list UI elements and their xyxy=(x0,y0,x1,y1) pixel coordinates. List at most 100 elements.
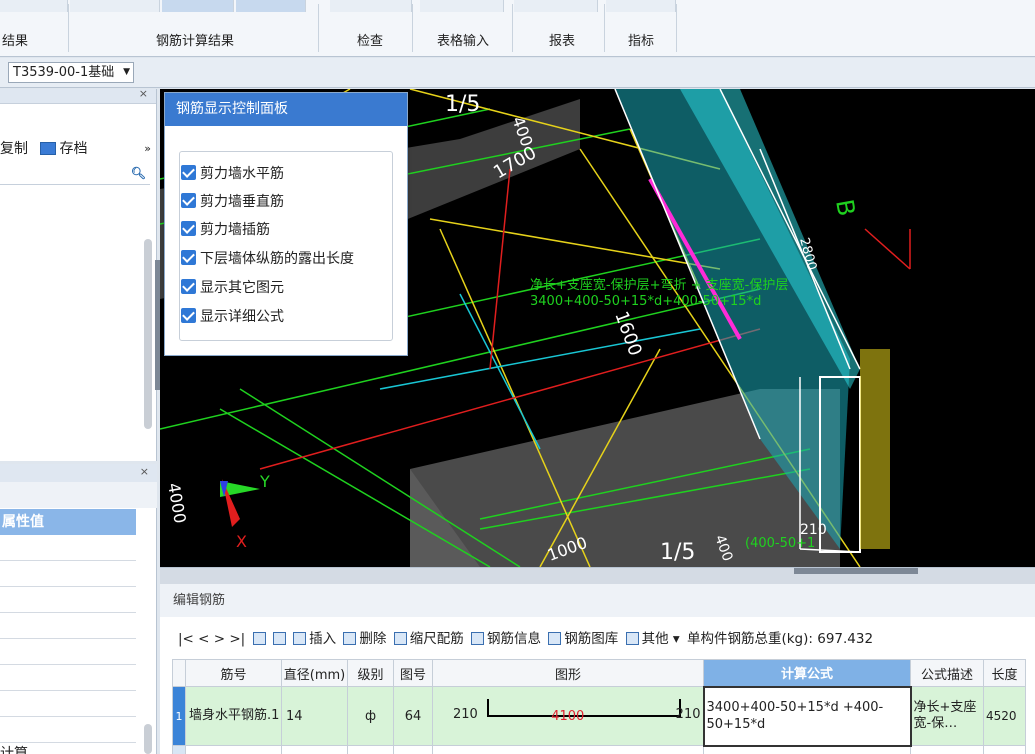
ribbon-button[interactable] xyxy=(330,0,412,12)
column-header[interactable]: 直径(mm) xyxy=(281,659,348,687)
property-row-label: 计算 xyxy=(0,746,28,754)
close-icon[interactable]: × xyxy=(140,465,149,478)
property-row[interactable] xyxy=(0,691,136,717)
ribbon-button[interactable] xyxy=(514,0,598,12)
more-icon[interactable]: » xyxy=(144,137,151,161)
rebar-library-button[interactable]: 钢筋图库 xyxy=(564,631,618,647)
search-bar[interactable]: 🔍︎ xyxy=(0,165,150,185)
copy-button[interactable]: 复制 xyxy=(0,141,28,157)
panel-header: × xyxy=(0,464,157,482)
ribbon-button[interactable] xyxy=(0,0,68,12)
floor-combo[interactable]: T3539-00-1基础 ▼ xyxy=(8,62,134,83)
cell-formula[interactable]: 3400+400-50+15*d +400-50+15*d xyxy=(702,685,912,747)
cell-grade[interactable]: ф xyxy=(347,686,394,746)
record-nav[interactable]: |< < > >| xyxy=(178,631,245,647)
property-row[interactable] xyxy=(0,717,136,743)
move-up-icon[interactable] xyxy=(252,632,266,645)
ribbon-button-active[interactable] xyxy=(236,0,306,12)
move-down-icon[interactable] xyxy=(272,632,286,645)
checkbox-lower-exposed-length[interactable]: 下层墙体纵筋的露出长度 xyxy=(181,248,354,270)
scrollbar[interactable] xyxy=(144,239,152,429)
search-icon[interactable]: 🔍︎ xyxy=(131,166,146,180)
checkbox-icon[interactable] xyxy=(181,165,196,180)
ribbon-group-label: 钢筋计算结果 xyxy=(155,34,234,49)
property-row[interactable] xyxy=(0,587,136,613)
ribbon-separator xyxy=(604,4,605,52)
panel-toolbar: 复制 存档 » xyxy=(0,137,157,161)
table-row[interactable]: 1 墙身水平钢筋.1 14 ф 64 210 4100 210 3400+400… xyxy=(172,685,1026,747)
rebar-info-button[interactable]: 钢筋信息 xyxy=(487,631,541,647)
property-row[interactable] xyxy=(0,639,136,665)
column-header[interactable]: 筋号 xyxy=(185,659,282,687)
ribbon-group-label: 报表 xyxy=(548,34,575,49)
edit-toolbar: |< < > >| 插入 删除 缩尺配筋 钢筋信息 钢筋图库 其他 ▾ 单构件钢… xyxy=(160,626,1035,652)
property-row[interactable] xyxy=(0,665,136,691)
checkbox-icon[interactable] xyxy=(181,221,196,236)
library-icon xyxy=(548,632,562,645)
panel-header: × xyxy=(0,87,156,104)
ribbon-button[interactable] xyxy=(606,0,676,12)
ribbon-group-label: 指标 xyxy=(627,34,654,49)
ribbon-separator xyxy=(676,4,677,52)
ribbon-button[interactable] xyxy=(70,0,160,12)
ribbon-button[interactable] xyxy=(420,0,504,12)
table-row[interactable] xyxy=(172,745,1026,754)
property-row[interactable] xyxy=(0,613,136,639)
archive-button[interactable]: 存档 xyxy=(59,141,87,157)
cell-formula-desc[interactable]: 净长+支座宽-保… xyxy=(910,686,984,746)
ribbon: 结果 钢筋计算结果 检查 表格输入 报表 指标 xyxy=(0,0,1035,57)
cell-diameter[interactable]: 14 xyxy=(281,686,348,746)
dim-label: 1/5 xyxy=(660,540,695,565)
column-header[interactable]: 图形 xyxy=(432,659,704,687)
formula-label: 净长+支座宽-保护层+弯折 + 支座宽-保护层 xyxy=(530,277,788,293)
column-header[interactable]: 级别 xyxy=(347,659,394,687)
cell-bar-name[interactable]: 墙身水平钢筋.1 xyxy=(185,686,282,746)
delete-button[interactable]: 删除 xyxy=(359,631,386,647)
column-header[interactable]: 图号 xyxy=(393,659,433,687)
chevron-down-icon: ▼ xyxy=(123,67,130,77)
checkbox-icon[interactable] xyxy=(181,279,196,294)
dim-label: 1600 xyxy=(610,309,645,359)
checkbox-icon[interactable] xyxy=(181,193,196,208)
shape-mid-value: 4100 xyxy=(551,709,585,724)
checkbox-wall-vertical[interactable]: 剪力墙垂直筋 xyxy=(181,191,284,213)
cell-figure-no[interactable]: 64 xyxy=(393,686,433,746)
checkbox-icon[interactable] xyxy=(181,308,196,323)
other-menu-button[interactable]: 其他 ▾ xyxy=(642,631,680,647)
delete-icon xyxy=(343,632,357,645)
property-row[interactable] xyxy=(0,561,136,587)
scrollbar[interactable] xyxy=(144,724,152,754)
cell-length[interactable]: 4520 xyxy=(983,686,1026,746)
scale-rebar-button[interactable]: 缩尺配筋 xyxy=(410,631,464,647)
ribbon-button-active[interactable] xyxy=(162,0,234,12)
row-index[interactable] xyxy=(172,745,186,754)
shape-right-value: 210 xyxy=(675,707,701,722)
table-header-row: 筋号 直径(mm) 级别 图号 图形 计算公式 公式描述 长度 xyxy=(172,659,1026,687)
checkbox-wall-horizontal[interactable]: 剪力墙水平筋 xyxy=(181,163,284,185)
insert-button[interactable]: 插入 xyxy=(309,631,336,647)
close-icon[interactable]: × xyxy=(139,87,148,100)
table-corner xyxy=(172,659,186,687)
column-header[interactable]: 公式描述 xyxy=(910,659,984,687)
column-header-selected[interactable]: 计算公式 xyxy=(703,659,911,687)
ribbon-separator xyxy=(68,4,69,52)
checkbox-icon[interactable] xyxy=(181,250,196,265)
left-panel-tree: × 复制 存档 » 🔍︎ xyxy=(0,87,157,461)
checkbox-show-other-elements[interactable]: 显示其它图元 xyxy=(181,277,284,299)
left-panel-properties: × 属性值 计算 xyxy=(0,464,157,754)
total-weight: 单构件钢筋总重(kg): 697.432 xyxy=(686,631,874,647)
property-row[interactable] xyxy=(0,535,136,561)
checkbox-show-detailed-formula[interactable]: 显示详细公式 xyxy=(181,306,284,328)
checkbox-wall-dowel[interactable]: 剪力墙插筋 xyxy=(181,219,270,241)
row-index[interactable]: 1 xyxy=(172,686,186,746)
toolbar: T3539-00-1基础 ▼ xyxy=(0,58,1035,88)
axis-dim-label: 4000 xyxy=(164,481,190,524)
cell-shape[interactable]: 210 4100 210 xyxy=(432,686,704,746)
edit-rebar-panel: 编辑钢筋 |< < > >| 插入 删除 缩尺配筋 钢筋信息 钢筋图库 其他 ▾… xyxy=(160,567,1035,754)
column-header[interactable]: 长度 xyxy=(983,659,1026,687)
scrollbar-thumb[interactable] xyxy=(794,568,918,574)
panel-band xyxy=(0,482,157,508)
ribbon-group-label: 检查 xyxy=(356,34,383,49)
panel-title: 钢筋显示控制面板 xyxy=(165,93,407,126)
dim-label: (400-50+1 xyxy=(745,536,815,551)
